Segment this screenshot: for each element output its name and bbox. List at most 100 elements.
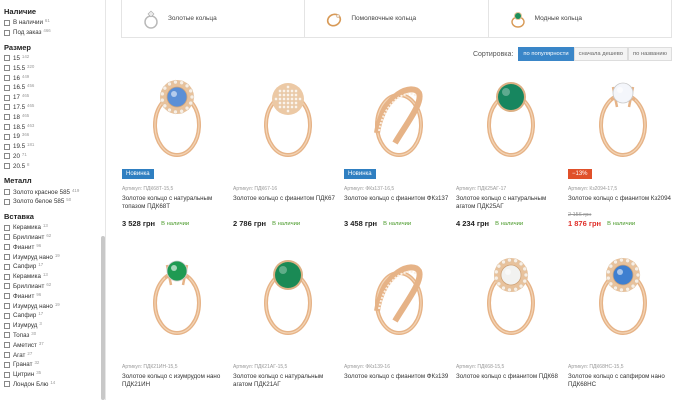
filter-option[interactable]: 17 465 (4, 93, 105, 103)
filter-checkbox[interactable] (4, 143, 10, 150)
product-image[interactable] (232, 241, 344, 351)
filter-option[interactable]: Золото красное 585 419 (4, 187, 105, 197)
filter-checkbox[interactable] (4, 133, 10, 140)
filter-checkbox[interactable] (4, 234, 10, 241)
category-gold-rings[interactable]: Золотые кольца (122, 0, 306, 37)
product-image[interactable] (567, 241, 679, 351)
product-image[interactable] (343, 241, 455, 351)
product-card[interactable]: Артикул: ПДК21ИН-15,5 Золотое кольцо с из… (121, 241, 233, 400)
filter-option[interactable]: Бриллиант 62 (4, 282, 105, 292)
filter-checkbox[interactable] (4, 273, 10, 280)
filter-checkbox[interactable] (4, 114, 10, 121)
filter-checkbox[interactable] (4, 75, 10, 82)
filter-option[interactable]: 17.5 465 (4, 103, 105, 113)
filter-option[interactable]: Керамика 13 (4, 272, 105, 282)
filter-option[interactable]: Сапфир 17 (4, 311, 105, 321)
filter-checkbox[interactable] (4, 94, 10, 101)
filter-checkbox[interactable] (4, 19, 10, 26)
sort-option-name[interactable]: по названию (627, 47, 672, 61)
filter-option[interactable]: 18.5 463 (4, 122, 105, 132)
filter-checkbox[interactable] (4, 29, 10, 36)
filter-option[interactable]: 18 465 (4, 112, 105, 122)
filter-checkbox[interactable] (4, 189, 10, 196)
filter-checkbox[interactable] (4, 381, 10, 388)
product-name[interactable]: Золотое кольцо с изумрудом нано ПДК21ИН (122, 373, 230, 389)
filter-checkbox[interactable] (4, 283, 10, 290)
product-image[interactable] (567, 63, 679, 173)
product-name[interactable]: Золотое кольцо с натуральным топазом ПДК… (122, 195, 230, 211)
filter-option[interactable]: Золото белое 585 50 (4, 197, 105, 207)
filter-option[interactable]: Аметист 37 (4, 340, 105, 350)
filter-checkbox[interactable] (4, 303, 10, 310)
filter-checkbox[interactable] (4, 55, 10, 62)
filter-option[interactable]: Изумруд 3 (4, 321, 105, 331)
product-name[interactable]: Золотое кольцо с фианитом ПДК68 (456, 373, 564, 381)
filter-checkbox[interactable] (4, 322, 10, 329)
filter-checkbox[interactable] (4, 352, 10, 358)
filter-option[interactable]: Агат 27 (4, 350, 105, 360)
product-card[interactable]: Артикул: ПДК68НС-15,5 Золотое кольцо с са… (567, 241, 679, 400)
filter-checkbox[interactable] (4, 361, 10, 368)
sort-option-popularity[interactable]: по популярности (518, 47, 574, 61)
product-card[interactable]: −13% Артикул: Кз2094-17,5 Золотое кольцо с… (567, 63, 679, 228)
product-card[interactable]: Новинка Артикул: ФКз137-16,5 Золотое кольц… (343, 63, 455, 228)
filter-option[interactable]: 20 71 (4, 152, 105, 162)
product-card[interactable]: Артикул: ПДК68-15,5 Золотое кольцо с фиан… (455, 241, 567, 400)
product-image[interactable] (455, 63, 567, 173)
filter-option[interactable]: Керамика 13 (4, 223, 105, 233)
filter-option[interactable]: Изумруд нано 19 (4, 301, 105, 311)
product-image[interactable] (455, 241, 567, 351)
filter-checkbox[interactable] (4, 312, 10, 319)
product-name[interactable]: Золотое кольцо с фианитом Кз2094 (568, 195, 676, 203)
filter-option[interactable]: 16.5 456 (4, 83, 105, 93)
filter-option[interactable]: Бриллиант 62 (4, 233, 105, 243)
filter-option[interactable]: 19.5 181 (4, 142, 105, 152)
category-engagement-rings[interactable]: Помолвочные кольца (305, 0, 489, 37)
filter-option[interactable]: Гранат 32 (4, 360, 105, 370)
filter-option[interactable]: Топаз 30 (4, 331, 105, 341)
filter-option[interactable]: Сапфир 17 (4, 262, 105, 272)
filter-checkbox[interactable] (4, 263, 10, 270)
filter-checkbox[interactable] (4, 293, 10, 300)
filter-checkbox[interactable] (4, 104, 10, 111)
filter-option[interactable]: Изумруд нано 19 (4, 252, 105, 262)
filter-checkbox[interactable] (4, 254, 10, 261)
filter-option[interactable]: Фианит 96 (4, 291, 105, 301)
filter-checkbox[interactable] (4, 244, 10, 251)
sort-option-cheap-first[interactable]: сначала дешево (573, 47, 628, 61)
filter-checkbox[interactable] (4, 198, 10, 205)
product-card[interactable]: Новинка Артикул: ПДК68Т-15,5 Золотое кольц… (121, 63, 233, 228)
product-card[interactable]: Артикул: ПДК67-16 Золотое кольцо с фианит… (232, 63, 344, 228)
filter-checkbox[interactable] (4, 342, 10, 349)
product-image[interactable] (121, 241, 233, 351)
product-card[interactable]: Артикул: ПДК25АГ-17 Золотое кольцо с нату… (455, 63, 567, 228)
filter-checkbox[interactable] (4, 153, 10, 160)
filter-checkbox[interactable] (4, 65, 10, 72)
filter-option[interactable]: 16 449 (4, 73, 105, 83)
product-image[interactable] (232, 63, 344, 173)
filter-option[interactable]: Фианит 96 (4, 242, 105, 252)
product-image[interactable] (343, 63, 455, 173)
product-image[interactable] (121, 63, 233, 173)
product-name[interactable]: Золотое кольцо с сапфиром нано ПДК68НС (568, 373, 676, 389)
filter-checkbox[interactable] (4, 124, 10, 131)
filter-option[interactable]: 19 366 (4, 132, 105, 142)
filter-option[interactable]: 15 142 (4, 54, 105, 64)
filter-checkbox[interactable] (4, 371, 10, 378)
product-name[interactable]: Золотое кольцо с фианитом ФКз137 (344, 195, 452, 203)
filter-option[interactable]: 20.5 8 (4, 161, 105, 171)
filter-option[interactable]: 15.5 320 (4, 63, 105, 73)
product-name[interactable]: Золотое кольцо с натуральным агатом ПДК2… (233, 373, 341, 389)
filter-option[interactable]: Лондон Блю 14 (4, 380, 105, 390)
product-card[interactable]: Артикул: ПДК21АГ-15,5 Золотое кольцо с на… (232, 241, 344, 400)
filter-option[interactable]: Цитрин 35 (4, 370, 105, 380)
filter-option[interactable]: Под заказ 466 (4, 28, 105, 38)
filter-checkbox[interactable] (4, 332, 10, 339)
product-name[interactable]: Золотое кольцо с натуральным агатом ПДК2… (456, 195, 564, 211)
product-name[interactable]: Золотое кольцо с фианитом ПДК67 (233, 195, 341, 203)
filter-checkbox[interactable] (4, 163, 10, 170)
product-name[interactable]: Золотое кольцо с фианитом ФКз139 (344, 373, 452, 381)
category-fashion-rings[interactable]: Модные кольца (489, 0, 671, 37)
sidebar-scrollbar[interactable] (101, 236, 105, 400)
filter-option[interactable]: В наличии 61 (4, 18, 105, 28)
